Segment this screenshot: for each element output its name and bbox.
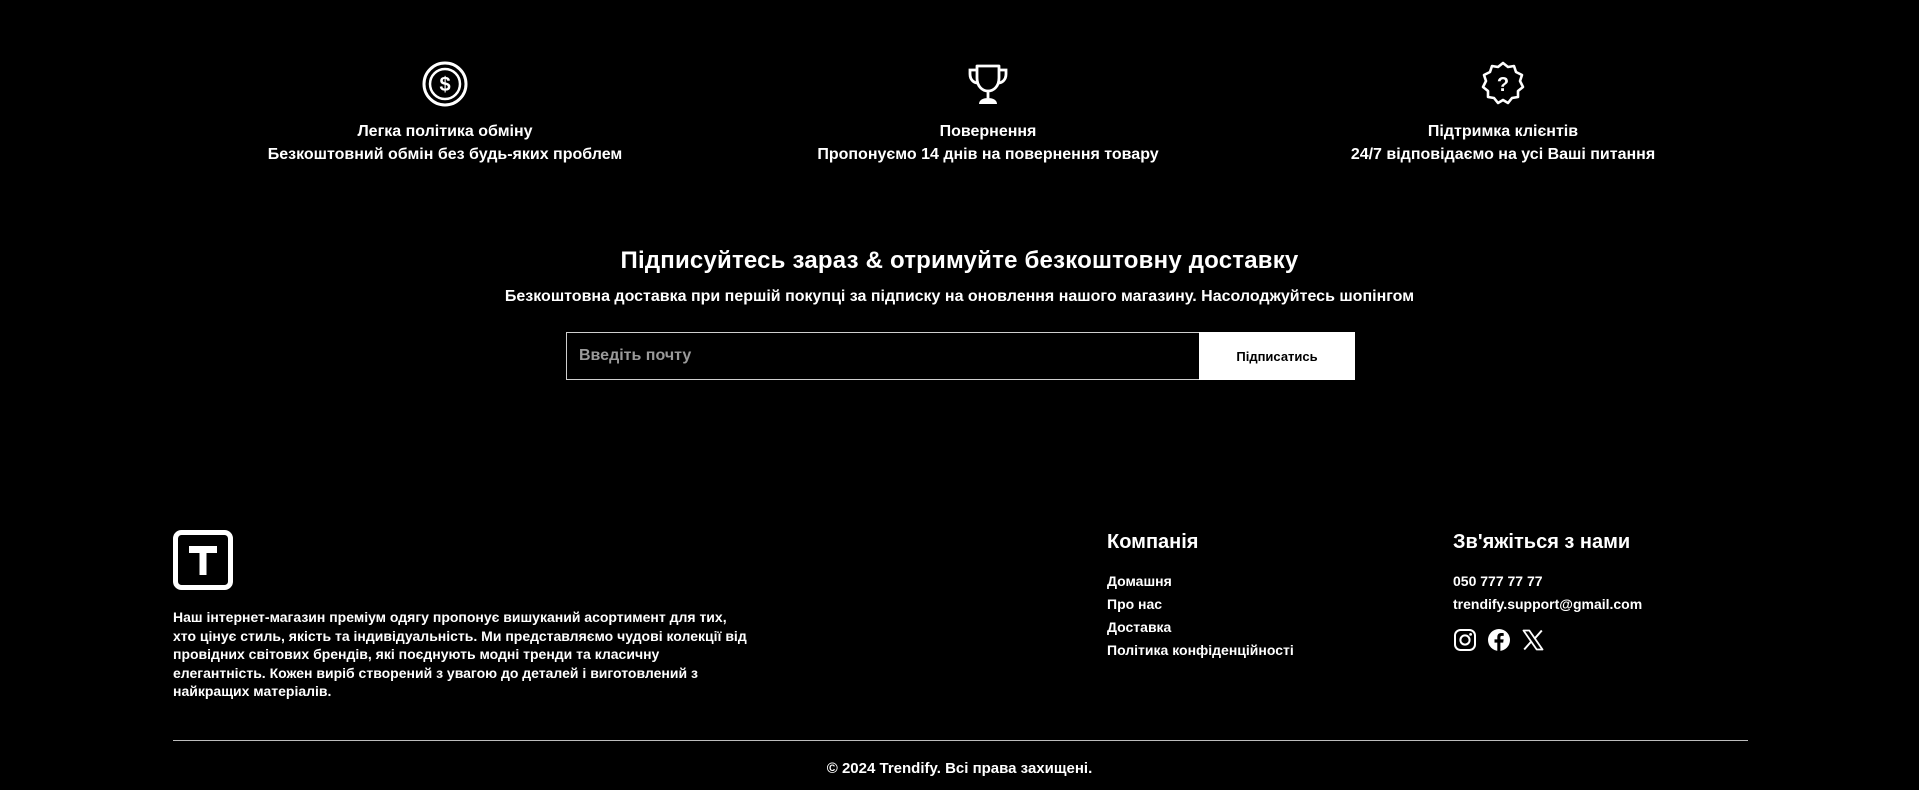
svg-text:?: ? [1497,74,1509,96]
social-links [1453,628,1642,652]
subscribe-button[interactable]: Підписатись [1199,332,1355,380]
feature-text: Пропонуємо 14 днів на повернення товару [817,146,1159,163]
feature-text: Безкоштовний обмін без будь-яких проблем [267,146,623,163]
company-title: Компанія [1107,531,1199,553]
dollar-coin-icon: $ [422,61,468,107]
feature-title: Повернення [939,123,1037,140]
subscribe-title: Підписуйтесь зараз & отримуйте безкоштов… [620,247,1299,274]
x-twitter-icon[interactable] [1521,628,1545,652]
trophy-icon [968,64,1008,104]
feature-support: ? Підтримка клієнтів 24/7 відповідаємо н… [1273,60,1733,165]
contact-column: Зв'яжіться з нами 050 777 77 77 trendify… [1453,530,1642,652]
feature-exchange-policy: $ Легка політика обміну Безкоштовний обм… [215,60,675,165]
footer-link-about[interactable]: Про нас [1107,593,1294,616]
footer-link-delivery[interactable]: Доставка [1107,616,1294,639]
footer-link-privacy[interactable]: Політика конфіденційності [1107,639,1294,662]
email-input[interactable] [566,332,1199,380]
instagram-icon[interactable] [1453,628,1477,652]
feature-text: 24/7 відповідаємо на усі Ваші питання [1350,146,1656,163]
footer-description: Наш інтернет-магазин преміум одягу пропо… [173,609,747,700]
contact-phone[interactable]: 050 777 77 77 [1453,570,1642,593]
contact-title: Зв'яжіться з нами [1453,531,1631,553]
subscribe-subtitle: Безкоштовна доставка при першій покупці … [504,288,1415,305]
facebook-icon[interactable] [1487,628,1511,652]
feature-title: Легка політика обміну [357,123,533,140]
subscribe-form: Підписатись [566,332,1355,380]
contact-email[interactable]: trendify.support@gmail.com [1453,593,1642,616]
features-section: $ Легка політика обміну Безкоштовний обм… [0,60,1919,180]
footer-divider [173,740,1748,741]
footer-link-home[interactable]: Домашня [1107,570,1294,593]
feature-title: Підтримка клієнтів [1427,123,1579,140]
subscribe-section: Підписуйтесь зараз & отримуйте безкоштов… [0,244,1919,307]
copyright: © 2024 Trendify. Всі права захищені. [826,760,1093,777]
feature-returns: Повернення Пропонуємо 14 днів на поверне… [758,60,1218,165]
trendify-logo[interactable] [173,530,233,590]
svg-text:$: $ [439,74,450,96]
company-column: Компанія Домашня Про нас Доставка Політи… [1107,530,1294,662]
question-badge-icon: ? [1481,61,1525,105]
